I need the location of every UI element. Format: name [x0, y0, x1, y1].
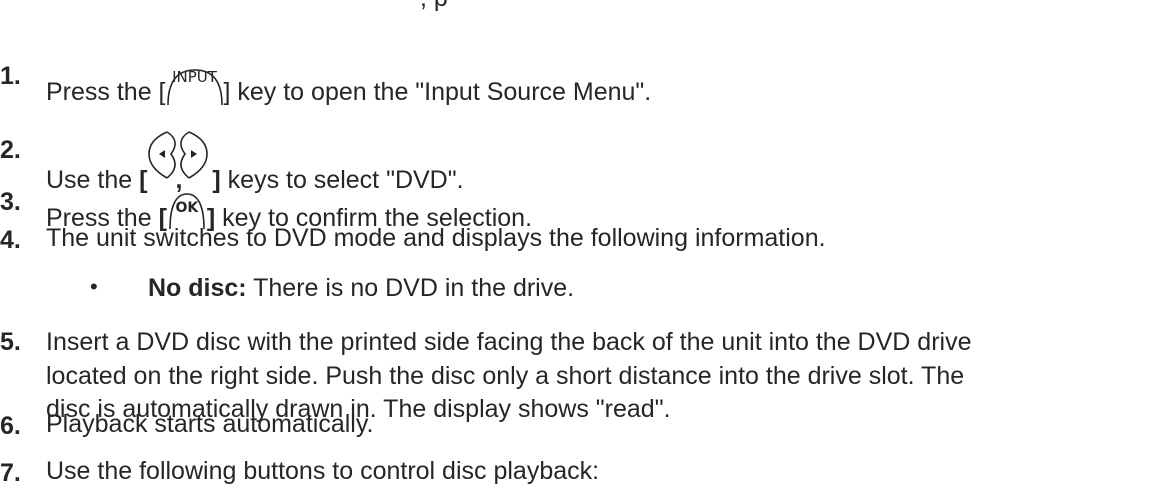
- arrow-keys-icon: [147, 130, 209, 182]
- left-arrow-key-icon: [148, 131, 177, 179]
- step-text: Playback starts automatically.: [46, 410, 374, 438]
- step-text-line: Insert a DVD disc with the printed side …: [46, 328, 972, 356]
- step-4: 4. The unit switches to DVD mode and dis…: [0, 226, 1163, 266]
- step-number: 5.: [0, 328, 21, 356]
- step-3: 3. Press the [OK] key to confirm the sel…: [0, 188, 1163, 231]
- step-text-after: ] key to open the "Input Source Menu".: [223, 78, 652, 106]
- info-bullet: • No disc: There is no DVD in the drive.: [0, 274, 1163, 314]
- step-text: The unit switches to DVD mode and displa…: [46, 224, 826, 252]
- step-1: 1. Press the [INPUT] key to open the "In…: [0, 62, 1163, 106]
- step-text-before: Press the [: [46, 78, 166, 106]
- step-6: 6. Playback starts automatically.: [0, 412, 1163, 452]
- right-arrow-key-icon: [180, 131, 209, 179]
- bullet-text: There is no DVD in the drive.: [246, 274, 575, 302]
- step-number: 1.: [0, 62, 21, 90]
- step-number: 6.: [0, 412, 21, 440]
- step-text-line: located on the right side. Push the disc…: [46, 362, 965, 390]
- step-text: Use the following buttons to control dis…: [46, 457, 600, 485]
- step-2: 2. Use the [ ,] keys to select "DVD".: [0, 116, 1163, 193]
- step-number: 2.: [0, 136, 21, 164]
- step-number: 3.: [0, 188, 21, 216]
- step-7: 7. Use the following buttons to control …: [0, 459, 1163, 499]
- page-fragment-top: , p: [420, 0, 448, 13]
- step-number: 4.: [0, 226, 21, 254]
- input-key-icon: INPUT: [166, 68, 224, 106]
- step-number: 7.: [0, 459, 21, 487]
- bullet-label: No disc:: [148, 274, 247, 302]
- bullet-icon: •: [90, 274, 98, 299]
